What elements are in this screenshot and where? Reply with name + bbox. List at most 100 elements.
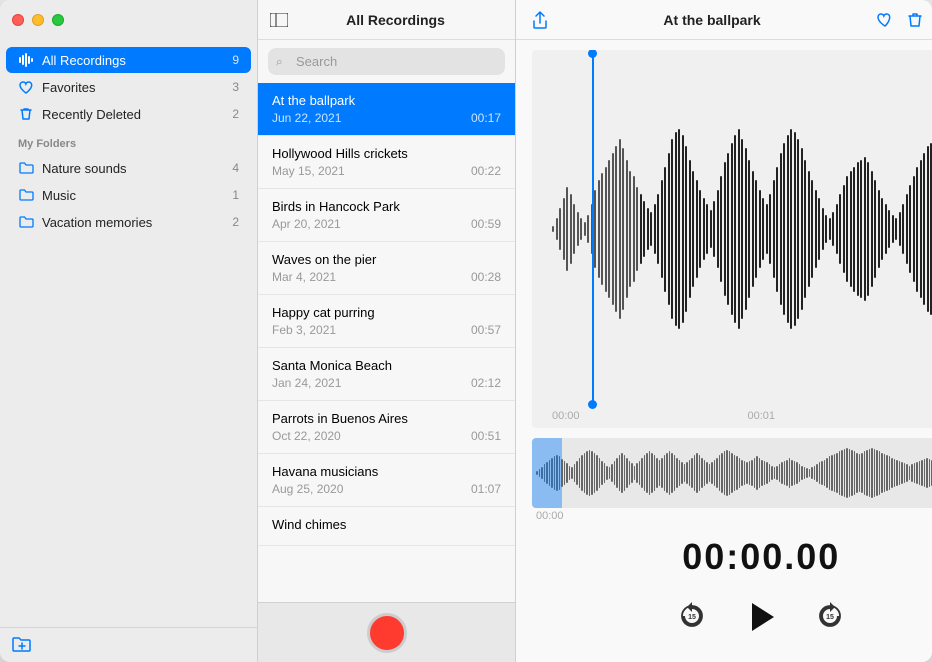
mini-waveform-bar <box>776 466 778 480</box>
waveform-bar <box>664 167 666 292</box>
mini-waveform-bar <box>846 448 848 498</box>
mini-waveform-bar <box>681 462 683 483</box>
minimize-button[interactable] <box>32 14 44 26</box>
mini-waveform-bar <box>586 451 588 494</box>
sidebar-item-nature-sounds[interactable]: Nature sounds 4 <box>6 155 251 181</box>
detail-header: At the ballpark <box>516 0 932 40</box>
recording-name: Parrots in Buenos Aires <box>272 411 501 426</box>
recording-item-santa-monica-beach[interactable]: Santa Monica Beach Jan 24, 2021 02:12 <box>258 348 515 401</box>
mini-waveform-bar <box>594 453 596 493</box>
mini-waveform-bar <box>871 448 873 498</box>
sidebar: All Recordings 9 Favorites 3 Rec <box>0 0 258 662</box>
waveform-bar <box>832 212 834 245</box>
sidebar-item-favorites[interactable]: Favorites 3 <box>6 74 251 100</box>
recording-item-havana-musicians[interactable]: Havana musicians Aug 25, 2020 01:07 <box>258 454 515 507</box>
waveform-bar <box>650 212 652 245</box>
waveform-bar <box>909 185 911 274</box>
waveform-bar <box>601 173 603 284</box>
recording-date: Aug 25, 2020 <box>272 482 343 496</box>
recording-item-parrots-in-buenos-aires[interactable]: Parrots in Buenos Aires Oct 22, 2020 00:… <box>258 401 515 454</box>
mini-waveform-bar <box>906 464 908 481</box>
record-button[interactable] <box>367 613 407 653</box>
mini-waveform-bar <box>651 453 653 493</box>
mini-waveform-bar <box>901 462 903 483</box>
waveform-bar <box>811 180 813 277</box>
sidebar-item-all-recordings[interactable]: All Recordings 9 <box>6 47 251 73</box>
mini-waveform-bar <box>719 455 721 492</box>
waveform-bar <box>741 139 743 320</box>
middle-panel-header: All Recordings <box>258 0 515 40</box>
skip-forward-button[interactable]: 15 <box>812 599 848 635</box>
waveform-bar <box>619 139 621 320</box>
waveform-bar <box>633 176 635 282</box>
sidebar-item-recently-deleted[interactable]: Recently Deleted 2 <box>6 101 251 127</box>
mini-waveform-bar <box>854 451 856 494</box>
recording-meta: Oct 22, 2020 00:51 <box>272 429 501 443</box>
mini-waveform[interactable] <box>532 438 932 508</box>
recording-meta: Jun 22, 2021 00:17 <box>272 111 501 125</box>
recording-item-hollywood-hills-crickets[interactable]: Hollywood Hills crickets May 15, 2021 00… <box>258 136 515 189</box>
favorite-button[interactable] <box>876 12 894 28</box>
skip-back-button[interactable]: 15 <box>674 599 710 635</box>
sidebar-item-vacation-memories[interactable]: Vacation memories 2 <box>6 209 251 235</box>
mini-waveform-bar <box>691 458 693 489</box>
recording-item-happy-cat-purring[interactable]: Happy cat purring Feb 3, 2021 00:57 <box>258 295 515 348</box>
waveform-bar <box>626 160 628 299</box>
new-folder-button[interactable] <box>12 636 32 654</box>
waveform-bar <box>776 167 778 292</box>
recording-duration: 00:22 <box>471 164 501 178</box>
recording-item-at-the-ballpark[interactable]: At the ballpark Jun 22, 2021 00:17 <box>258 83 515 136</box>
recording-date: Mar 4, 2021 <box>272 270 336 284</box>
waveform-bar <box>766 204 768 254</box>
recording-item-wind-chimes[interactable]: Wind chimes <box>258 507 515 546</box>
waveform-bar <box>699 190 701 268</box>
close-button[interactable] <box>12 14 24 26</box>
waveform-bar <box>685 146 687 313</box>
mini-waveform-bar <box>571 467 573 479</box>
mini-waveform-bar <box>761 460 763 487</box>
mini-waveform-bar <box>764 461 766 485</box>
waveform-bar <box>678 129 680 329</box>
mini-waveform-bar <box>804 467 806 479</box>
mini-waveform-bar <box>684 464 686 481</box>
mini-waveform-bar <box>564 461 566 485</box>
waveform-bar <box>797 139 799 320</box>
waveform-bar <box>846 176 848 282</box>
mini-waveform-bar <box>654 455 656 492</box>
mini-waveform-bar <box>929 459 931 488</box>
mini-waveform-bar <box>869 449 871 497</box>
mini-waveform-bar <box>864 451 866 494</box>
mini-waveform-bar <box>739 458 741 489</box>
svg-text:15: 15 <box>826 614 834 621</box>
mini-waveform-bar <box>876 450 878 496</box>
mini-waveform-bar <box>771 466 773 480</box>
share-button[interactable] <box>532 11 548 29</box>
search-icon: ⌕ <box>276 54 283 69</box>
mini-waveform-bar <box>726 450 728 496</box>
waveform-bar <box>654 204 656 254</box>
waveform-bar <box>608 160 610 299</box>
mini-waveform-bar <box>916 462 918 483</box>
mini-waveform-bar <box>656 458 658 489</box>
mini-waveform-bar <box>579 458 581 489</box>
sidebar-toggle-button[interactable] <box>270 13 288 27</box>
recording-item-waves-on-the-pier[interactable]: Waves on the pier Mar 4, 2021 00:28 <box>258 242 515 295</box>
mini-waveform-bar <box>661 458 663 489</box>
mini-waveform-bar <box>671 453 673 493</box>
recording-meta: Jan 24, 2021 02:12 <box>272 376 501 390</box>
mini-waveform-bar <box>609 467 611 479</box>
main-waveform[interactable]: 00:00 00:01 00:02 <box>532 50 932 428</box>
sidebar-item-nature-sounds-count: 4 <box>232 161 239 175</box>
recording-name: Birds in Hancock Park <box>272 199 501 214</box>
sidebar-item-music[interactable]: Music 1 <box>6 182 251 208</box>
search-input[interactable] <box>268 48 505 75</box>
mini-waveform-bar <box>886 455 888 492</box>
delete-button[interactable] <box>908 12 922 28</box>
mini-waveform-bar <box>736 456 738 490</box>
waveform-bar <box>552 226 554 232</box>
maximize-button[interactable] <box>52 14 64 26</box>
recording-meta: Apr 20, 2021 00:59 <box>272 217 501 231</box>
recording-item-birds-in-hancock-park[interactable]: Birds in Hancock Park Apr 20, 2021 00:59 <box>258 189 515 242</box>
waveform-bar <box>605 167 607 292</box>
play-button[interactable] <box>740 596 782 638</box>
